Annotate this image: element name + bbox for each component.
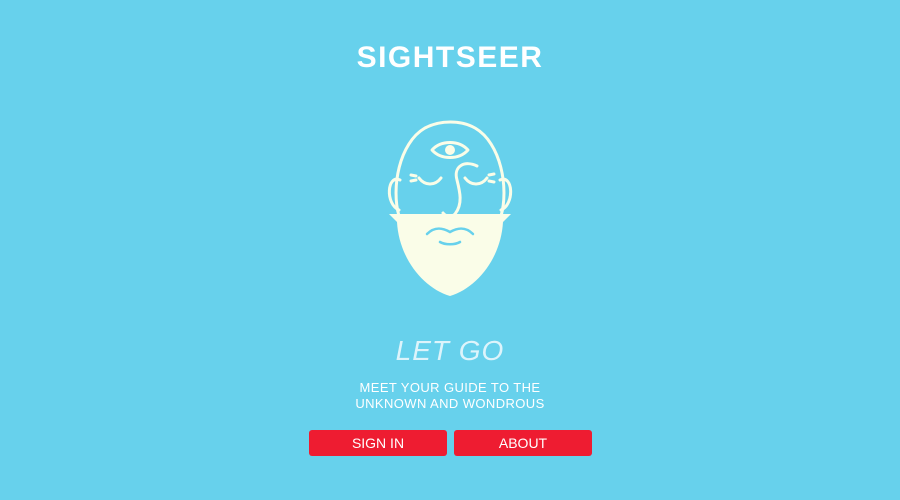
bearded-face-third-eye-icon — [387, 120, 513, 296]
tagline: LET GO — [395, 335, 505, 366]
app-title: SIGHTSEER — [356, 41, 544, 74]
subtitle-line-1: MEET YOUR GUIDE TO THE — [359, 380, 541, 395]
action-buttons: SIGN IN ABOUT — [309, 430, 592, 456]
landing-page: SIGHTSEER LET GO MEET YOUR GUIDE TO THE … — [0, 0, 900, 500]
subtitle: MEET YOUR GUIDE TO THE UNKNOWN AND WONDR… — [0, 380, 900, 412]
sign-in-button[interactable]: SIGN IN — [309, 430, 447, 456]
about-button[interactable]: ABOUT — [454, 430, 592, 456]
subtitle-line-2: UNKNOWN AND WONDROUS — [355, 396, 545, 411]
